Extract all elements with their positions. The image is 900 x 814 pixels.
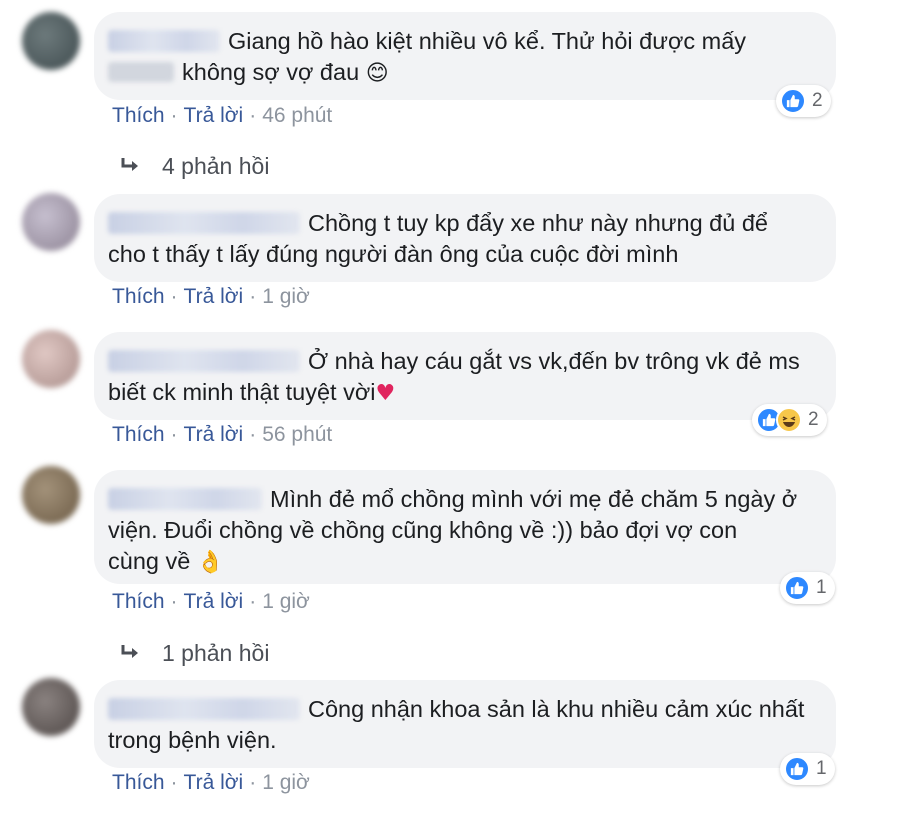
timestamp[interactable]: 1 giờ: [262, 285, 310, 308]
reply-button[interactable]: Trả lời: [184, 771, 244, 794]
like-icon: [784, 575, 810, 601]
comment-text-line: Chồng t tuy kp đẩy xe như này nhưng đủ đ…: [308, 210, 768, 236]
timestamp[interactable]: 56 phút: [262, 423, 332, 446]
like-button[interactable]: Thích: [112, 104, 165, 127]
avatar[interactable]: [22, 678, 80, 736]
comment-bubble: Mình đẻ mổ chồng mình với mẹ đẻ chăm 5 n…: [94, 470, 836, 584]
reaction-count: 2: [808, 409, 819, 430]
reply-button[interactable]: Trả lời: [184, 423, 244, 446]
comment-text-line: biết ck minh thật tuyệt vời: [108, 379, 376, 405]
view-replies-link[interactable]: 1 phản hồi: [120, 640, 269, 667]
comment-actions: Thích · Trả lời · 56 phút: [112, 423, 332, 447]
comment-actions: Thích · Trả lời · 1 giờ: [112, 285, 310, 309]
separator-dot: ·: [170, 423, 178, 446]
comment-text-line: không sợ vợ đau: [182, 59, 360, 85]
timestamp[interactable]: 1 giờ: [262, 771, 310, 794]
reply-button[interactable]: Trả lời: [184, 104, 244, 127]
comment-bubble: Công nhận khoa sản là khu nhiều cảm xúc …: [94, 680, 836, 768]
reaction-count: 1: [816, 577, 827, 598]
separator-dot: ·: [170, 285, 178, 308]
separator-dot: ·: [249, 590, 257, 613]
reply-arrow-icon: [120, 640, 142, 667]
comment-text-line: trong bệnh viện.: [108, 727, 277, 753]
separator-dot: ·: [249, 423, 257, 446]
comment-text-line: Giang hồ hào kiệt nhiều vô kể. Thử hỏi đ…: [228, 28, 747, 54]
comment-bubble: Chồng t tuy kp đẩy xe như này nhưng đủ đ…: [94, 194, 836, 282]
comment-text-line: Mình đẻ mổ chồng mình với mẹ đẻ chăm 5 n…: [270, 486, 798, 512]
reply-arrow-icon: [120, 153, 142, 180]
author-name-blurred[interactable]: [108, 488, 262, 510]
reply-button[interactable]: Trả lời: [184, 590, 244, 613]
like-icon: [784, 756, 810, 782]
comment-actions: Thích · Trả lời · 46 phút: [112, 104, 332, 128]
reaction-count: 1: [816, 758, 827, 779]
comment-actions: Thích · Trả lời · 1 giờ: [112, 771, 310, 795]
reaction-summary[interactable]: 2: [752, 404, 827, 436]
separator-dot: ·: [170, 104, 178, 127]
reply-button[interactable]: Trả lời: [184, 285, 244, 308]
comment-text-line: viện. Đuổi chồng về chồng cũng không về …: [108, 517, 738, 543]
comment-actions: Thích · Trả lời · 1 giờ: [112, 590, 310, 614]
blurred-word: [108, 62, 174, 82]
view-replies-link[interactable]: 4 phản hồi: [120, 153, 269, 180]
separator-dot: ·: [170, 771, 178, 794]
ok-hand-emoji-icon: 👌: [196, 550, 225, 575]
like-button[interactable]: Thích: [112, 771, 165, 794]
separator-dot: ·: [170, 590, 178, 613]
comment-text-line: Công nhận khoa sản là khu nhiều cảm xúc …: [308, 696, 805, 722]
comment-text-line: cùng về: [108, 548, 191, 574]
comment-bubble: Ở nhà hay cáu gắt vs vk,đến bv trông vk …: [94, 332, 836, 420]
reaction-summary[interactable]: 1: [780, 572, 835, 604]
avatar[interactable]: [22, 12, 80, 70]
reaction-count: 2: [812, 90, 823, 111]
separator-dot: ·: [249, 285, 257, 308]
avatar[interactable]: [22, 466, 80, 524]
author-name-blurred[interactable]: [108, 212, 300, 234]
like-button[interactable]: Thích: [112, 590, 165, 613]
like-button[interactable]: Thích: [112, 423, 165, 446]
replies-count-label[interactable]: 4 phản hồi: [162, 153, 269, 180]
replies-count-label[interactable]: 1 phản hồi: [162, 640, 269, 667]
heart-emoji-icon: ♥: [375, 381, 396, 406]
like-icon: [780, 88, 806, 114]
reaction-summary[interactable]: 2: [776, 85, 831, 117]
like-button[interactable]: Thích: [112, 285, 165, 308]
author-name-blurred[interactable]: [108, 350, 300, 372]
avatar[interactable]: [22, 330, 80, 388]
separator-dot: ·: [249, 104, 257, 127]
comment-bubble: Giang hồ hào kiệt nhiều vô kể. Thử hỏi đ…: [94, 12, 836, 100]
comment-text-line: Ở nhà hay cáu gắt vs vk,đến bv trông vk …: [308, 348, 800, 374]
haha-icon: [776, 407, 802, 433]
reaction-summary[interactable]: 1: [780, 753, 835, 785]
avatar[interactable]: [22, 193, 80, 251]
author-name-blurred[interactable]: [108, 30, 220, 52]
author-name-blurred[interactable]: [108, 698, 300, 720]
timestamp[interactable]: 46 phút: [262, 104, 332, 127]
comment-text-line: cho t thấy t lấy đúng người đàn ông của …: [108, 241, 679, 267]
separator-dot: ·: [249, 771, 257, 794]
timestamp[interactable]: 1 giờ: [262, 590, 310, 613]
smile-emoji-icon: 😊: [365, 61, 389, 86]
